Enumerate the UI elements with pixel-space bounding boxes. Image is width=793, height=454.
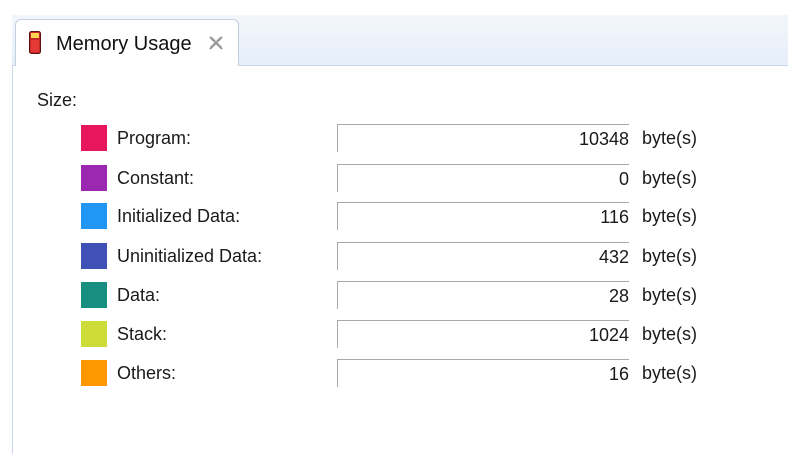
data-color-swatch <box>81 282 107 308</box>
memory-icon <box>29 31 41 54</box>
others-value: 16 <box>608 364 629 384</box>
uninitialized-data-value: 432 <box>598 247 629 267</box>
initialized-data-color-swatch <box>81 203 107 229</box>
uninitialized-data-unit: byte(s) <box>642 246 698 266</box>
stack-color-swatch <box>81 321 107 347</box>
stack-value-field[interactable]: 1024 <box>337 320 629 348</box>
stack-label: Stack: <box>117 324 168 344</box>
stack-unit: byte(s) <box>642 324 698 344</box>
data-label: Data: <box>117 285 161 305</box>
constant-value: 0 <box>618 169 629 189</box>
uninitialized-data-color-swatch <box>81 243 107 269</box>
stack-value: 1024 <box>588 325 629 345</box>
tab-memory-usage[interactable]: Memory Usage <box>15 19 239 66</box>
constant-label: Constant: <box>117 168 195 188</box>
row-uninitialized-data: Uninitialized Data: 432 byte(s) <box>13 241 789 273</box>
row-program: Program: 10348 byte(s) <box>13 123 789 155</box>
constant-value-field[interactable]: 0 <box>337 164 629 192</box>
others-color-swatch <box>81 360 107 386</box>
row-initialized-data: Initialized Data: 116 byte(s) <box>13 201 789 233</box>
program-value: 10348 <box>578 129 629 149</box>
tab-bar: Memory Usage <box>12 15 788 66</box>
program-unit: byte(s) <box>642 128 698 148</box>
uninitialized-data-label: Uninitialized Data: <box>117 246 263 266</box>
initialized-data-label: Initialized Data: <box>117 206 241 226</box>
others-unit: byte(s) <box>642 363 698 383</box>
tab-title: Memory Usage <box>56 33 192 55</box>
program-color-swatch <box>81 125 107 151</box>
uninitialized-data-value-field[interactable]: 432 <box>337 242 629 270</box>
initialized-data-value-field[interactable]: 116 <box>337 202 629 230</box>
row-data: Data: 28 byte(s) <box>13 280 789 312</box>
data-value: 28 <box>608 286 629 306</box>
close-icon[interactable] <box>207 34 225 52</box>
initialized-data-unit: byte(s) <box>642 206 698 226</box>
initialized-data-value: 116 <box>600 207 629 227</box>
constant-color-swatch <box>81 165 107 191</box>
row-others: Others: 16 byte(s) <box>13 358 789 390</box>
others-value-field[interactable]: 16 <box>337 359 629 387</box>
program-label: Program: <box>117 128 192 148</box>
memory-usage-panel: Size: Program: 10348 byte(s) Constant: 0… <box>12 66 788 454</box>
memory-usage-view: Memory Usage Size: Program: 10348 byte(s… <box>12 15 788 454</box>
size-label: Size: <box>37 90 78 110</box>
program-value-field[interactable]: 10348 <box>337 124 629 152</box>
data-value-field[interactable]: 28 <box>337 281 629 309</box>
others-label: Others: <box>117 363 177 383</box>
row-constant: Constant: 0 byte(s) <box>13 163 789 195</box>
row-stack: Stack: 1024 byte(s) <box>13 319 789 351</box>
data-unit: byte(s) <box>642 285 698 305</box>
constant-unit: byte(s) <box>642 168 698 188</box>
